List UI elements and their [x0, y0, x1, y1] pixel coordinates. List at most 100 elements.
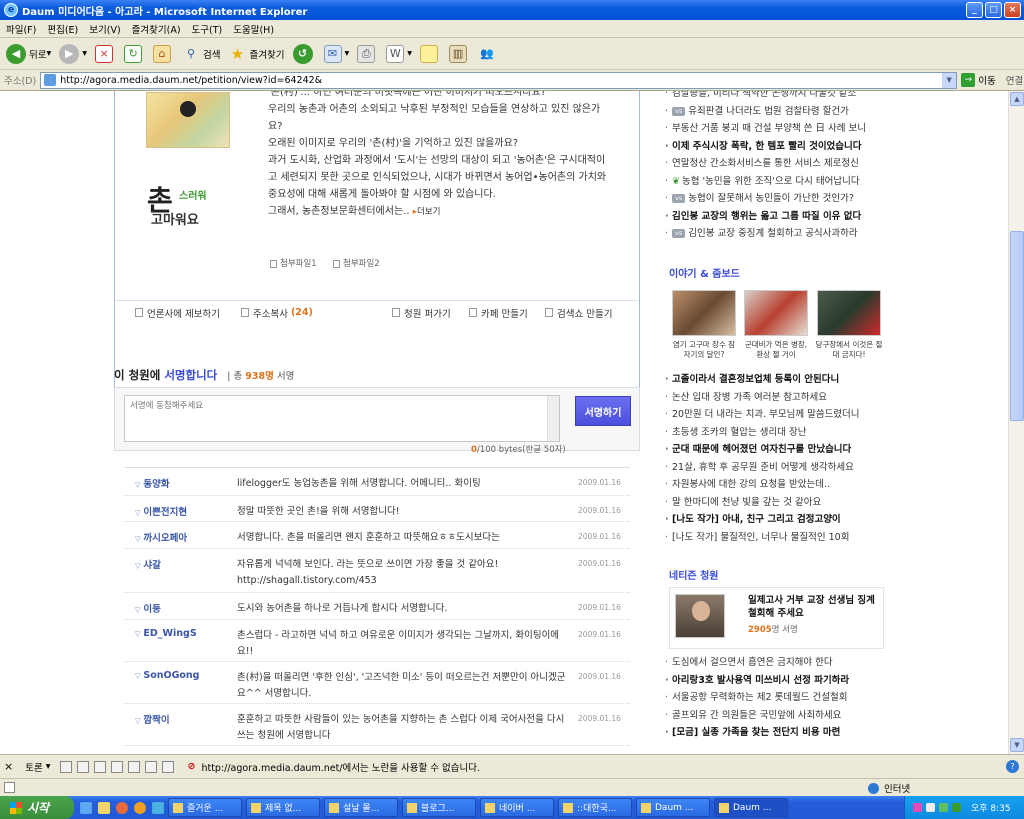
taskbar-item[interactable]: 네이버 ... — [480, 798, 554, 817]
discuss-button[interactable] — [420, 44, 441, 63]
menu-edit[interactable]: 편집(E) — [47, 22, 78, 36]
story-item[interactable]: [나도 작가] 아내, 친구 그리고 검정고양이 — [664, 511, 894, 529]
signer-name[interactable]: SonOGong — [135, 670, 199, 681]
links-toolbar[interactable]: 연결 — [1006, 73, 1023, 87]
taskbar-item[interactable]: 설날 몰... — [324, 798, 398, 817]
search-button[interactable]: ⚲ 검색 — [182, 45, 221, 63]
back-button[interactable]: ◀ 뒤로 ▾ — [6, 43, 51, 64]
netizen-item[interactable]: 골프외유 간 의원들은 국민앞에 사죄하세요 — [664, 707, 894, 725]
discuss-tool-icon[interactable] — [145, 760, 158, 773]
story-item[interactable]: [나도 작가] 물질적인, 너무나 물질적인 10회 — [664, 529, 894, 547]
start-button[interactable]: 시작 — [0, 796, 74, 819]
print-button[interactable]: ⎙ — [357, 44, 378, 63]
quicklaunch-app-icon[interactable] — [134, 801, 146, 814]
mail-button[interactable]: ✉ ▾ — [323, 44, 349, 63]
favorites-button[interactable]: ★ 즐겨찾기 — [229, 45, 285, 63]
address-input[interactable]: http://agora.media.daum.net/petition/vie… — [40, 71, 958, 89]
quicklaunch-desktop-icon[interactable] — [152, 801, 164, 814]
quicklaunch-ie-icon[interactable] — [80, 801, 92, 814]
tray-icon[interactable] — [913, 803, 922, 812]
issue-item[interactable]: vs김인봉 교장 중징계 철회하고 공식사과하라 — [664, 225, 894, 243]
signer-name[interactable]: ED_WingS — [135, 628, 196, 639]
research-button[interactable]: ▥ — [449, 44, 470, 63]
stop-button[interactable]: × — [95, 44, 116, 63]
home-button[interactable]: ⌂ — [153, 44, 174, 63]
discuss-label[interactable]: 토론 — [25, 760, 42, 774]
issue-item[interactable]: vs유죄판결 나더라도 법원 검찰타령 할건가 — [664, 103, 894, 121]
story-photo[interactable] — [744, 290, 808, 336]
taskbar-item[interactable]: 제목 없... — [246, 798, 320, 817]
taskbar-item-active[interactable]: Daum ... — [714, 798, 788, 817]
menu-view[interactable]: 보기(V) — [89, 22, 120, 36]
story-caption[interactable]: 군대비가 먹은 병장, 환상 젤 거이 — [742, 340, 810, 360]
issue-item[interactable]: 이제 주식시장 폭락, 한 템포 빨리 것이었습니다 — [664, 138, 894, 156]
signer-name[interactable]: 이쁜전지현 — [135, 504, 187, 518]
signer-name[interactable]: 깜짝이 — [135, 712, 169, 726]
more-link[interactable]: ▸더보기 — [413, 207, 441, 217]
press-report-button[interactable]: 언론사에 제보하기 — [135, 306, 220, 320]
scroll-up-icon[interactable]: ▲ — [1010, 92, 1024, 106]
taskbar-item[interactable]: Daum ... — [636, 798, 710, 817]
close-discuss-icon[interactable]: × — [4, 760, 13, 773]
attachment-1[interactable]: 첨부파일1 — [270, 257, 317, 269]
address-dropdown-icon[interactable]: ▼ — [942, 72, 957, 88]
issue-item[interactable]: vs농협이 잘못해서 농민들이 가난한 것인가? — [664, 190, 894, 208]
minimize-button[interactable]: _ — [966, 2, 983, 18]
story-item[interactable]: 고졸이라서 결혼정보업체 등록이 안된다니 — [664, 371, 894, 389]
sign-button[interactable]: 서명하기 — [575, 396, 631, 426]
petition-thumbnail[interactable] — [146, 92, 230, 148]
story-item[interactable]: 20만원 더 내라는 치과. 부모님께 말씀드렸더니 — [664, 406, 894, 424]
story-item[interactable]: 군대 때문에 헤어졌던 여자친구를 만났습니다 — [664, 441, 894, 459]
tray-icon[interactable] — [926, 803, 935, 812]
story-item[interactable]: 초등생 조카의 혈압는 생리대 장난 — [664, 424, 894, 442]
taskbar-item[interactable]: 즐거운 ... — [168, 798, 242, 817]
story-photo[interactable] — [817, 290, 881, 336]
spread-petition-button[interactable]: 청원 퍼가기 — [392, 306, 451, 320]
sign-input-scrollbar[interactable] — [547, 396, 559, 441]
story-item[interactable]: 자원봉사에 대한 강의 요청을 받았는데.. — [664, 476, 894, 494]
help-icon[interactable]: ? — [1006, 760, 1019, 773]
messenger-button[interactable]: 👥 — [478, 45, 499, 63]
sign-comment-input[interactable] — [124, 395, 560, 442]
discuss-tool-icon[interactable] — [94, 760, 107, 773]
signer-name[interactable]: 까시오페아 — [135, 530, 187, 544]
quicklaunch-folder-icon[interactable] — [98, 801, 110, 814]
make-searchbox-button[interactable]: 검색쇼 만들기 — [545, 306, 612, 320]
netizen-photo[interactable] — [675, 594, 725, 638]
taskbar-item[interactable]: 블로그... — [402, 798, 476, 817]
story-caption[interactable]: 당구장에서 이것은 절대 금지다! — [815, 340, 883, 360]
history-button[interactable]: ↺ — [292, 43, 316, 64]
signer-name[interactable]: 이둥 — [135, 601, 160, 615]
netizen-petition-card[interactable]: 일제고사 거부 교장 선생님 징계 철회해 주세요 2905명 서명 — [669, 587, 884, 649]
issue-item[interactable]: 부동산 거품 붕괴 때 건설 부양책 쓴 日 사례 보니 — [664, 120, 894, 138]
issue-item[interactable]: 연말정산 간소화서비스를 통한 서비스 제로정신 — [664, 155, 894, 173]
tray-icon[interactable] — [939, 803, 948, 812]
discuss-tool-icon[interactable] — [111, 760, 124, 773]
discuss-tool-icon[interactable] — [60, 760, 73, 773]
signer-name[interactable]: 동양화 — [135, 476, 169, 490]
close-button[interactable]: × — [1004, 2, 1021, 18]
taskbar-item[interactable]: ::대한국... — [558, 798, 632, 817]
go-button[interactable]: → 이동 — [961, 73, 996, 87]
discuss-dropdown-icon[interactable]: ▾ — [46, 761, 51, 772]
story-item[interactable]: 말 한마디에 천냥 빚을 갚는 것 같아요 — [664, 494, 894, 512]
make-cafe-button[interactable]: 카페 만들기 — [469, 306, 528, 320]
discuss-tool-icon[interactable] — [77, 760, 90, 773]
netizen-item[interactable]: 아리랑3호 발사용역 미쓰비시 선정 파기하라 — [664, 672, 894, 690]
netizen-petition-title[interactable]: 일제고사 거부 교장 선생님 징계 철회해 주세요 — [748, 594, 883, 620]
story-section-title[interactable]: 이야기 & 줌보드 — [669, 265, 740, 280]
netizen-section-title[interactable]: 네티즌 청원 — [669, 567, 718, 582]
scroll-down-icon[interactable]: ▼ — [1010, 738, 1024, 752]
forward-button[interactable]: ▶ ▾ — [59, 43, 87, 64]
vertical-scrollbar[interactable]: ▲ ▼ — [1008, 91, 1024, 754]
signer-name[interactable]: 샤갈 — [135, 557, 160, 571]
discuss-tool-icon[interactable] — [128, 760, 141, 773]
story-item[interactable]: 논산 입대 장병 가족 여러분 참고하세요 — [664, 389, 894, 407]
issue-item[interactable]: 김인봉 교장의 행위는 옳고 그름 따질 이유 없다 — [664, 208, 894, 226]
copy-address-button[interactable]: 주소복사 (24) — [241, 306, 313, 320]
menu-file[interactable]: 파일(F) — [6, 22, 36, 36]
edit-button[interactable]: W ▾ — [386, 44, 412, 63]
menu-favorites[interactable]: 즐겨찾기(A) — [132, 22, 181, 36]
tray-icon[interactable] — [952, 803, 961, 812]
menu-tools[interactable]: 도구(T) — [192, 22, 223, 36]
